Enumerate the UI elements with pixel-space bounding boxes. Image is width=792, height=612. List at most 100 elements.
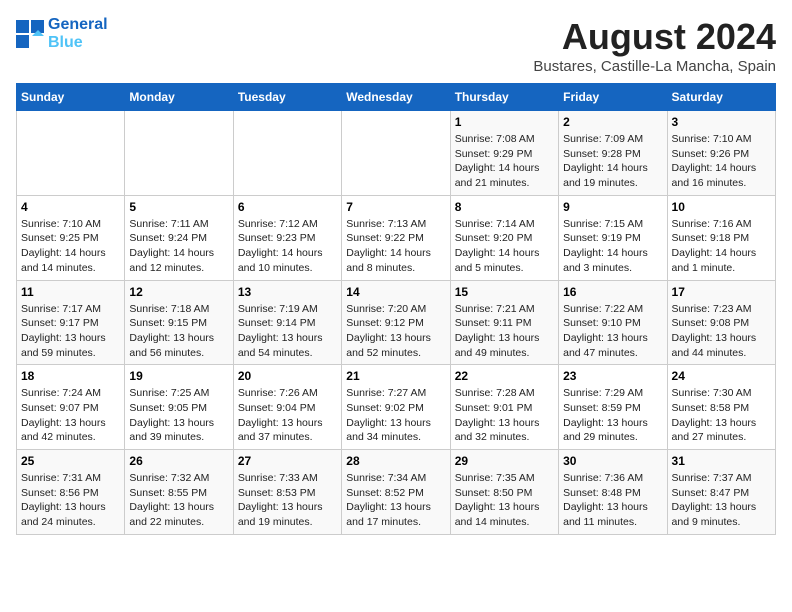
cell-content: Sunrise: 7:29 AM Sunset: 8:59 PM Dayligh… (563, 386, 662, 445)
cell-content: Sunrise: 7:22 AM Sunset: 9:10 PM Dayligh… (563, 302, 662, 361)
day-number: 14 (346, 285, 445, 299)
day-number: 27 (238, 454, 337, 468)
day-number: 16 (563, 285, 662, 299)
weekday-header-tuesday: Tuesday (233, 84, 341, 111)
calendar-cell: 15 Sunrise: 7:21 AM Sunset: 9:11 PM Dayli… (450, 280, 558, 365)
day-number: 9 (563, 200, 662, 214)
day-number: 28 (346, 454, 445, 468)
cell-content: Sunrise: 7:34 AM Sunset: 8:52 PM Dayligh… (346, 471, 445, 530)
calendar-week-row: 25 Sunrise: 7:31 AM Sunset: 8:56 PM Dayli… (17, 450, 776, 535)
calendar-cell: 9Sunrise: 7:15 AM Sunset: 9:19 PM Daylig… (559, 195, 667, 280)
day-number: 3 (672, 115, 771, 129)
calendar-cell: 7Sunrise: 7:13 AM Sunset: 9:22 PM Daylig… (342, 195, 450, 280)
day-number: 31 (672, 454, 771, 468)
cell-content: Sunrise: 7:23 AM Sunset: 9:08 PM Dayligh… (672, 302, 771, 361)
weekday-header-thursday: Thursday (450, 84, 558, 111)
calendar-cell: 6Sunrise: 7:12 AM Sunset: 9:23 PM Daylig… (233, 195, 341, 280)
logo-blue: Blue (48, 34, 108, 52)
calendar-cell: 2 Sunrise: 7:09 AM Sunset: 9:28 PM Daylig… (559, 111, 667, 196)
calendar-cell: 16 Sunrise: 7:22 AM Sunset: 9:10 PM Dayli… (559, 280, 667, 365)
cell-content: Sunrise: 7:19 AM Sunset: 9:14 PM Dayligh… (238, 302, 337, 361)
calendar-cell: 1 Sunrise: 7:08 AM Sunset: 9:29 PM Daylig… (450, 111, 558, 196)
day-number: 1 (455, 115, 554, 129)
calendar-cell: 27 Sunrise: 7:33 AM Sunset: 8:53 PM Dayli… (233, 450, 341, 535)
calendar-week-row: 18 Sunrise: 7:24 AM Sunset: 9:07 PM Dayli… (17, 365, 776, 450)
day-number: 15 (455, 285, 554, 299)
cell-content: Sunrise: 7:31 AM Sunset: 8:56 PM Dayligh… (21, 471, 120, 530)
calendar-week-row: 1 Sunrise: 7:08 AM Sunset: 9:29 PM Daylig… (17, 111, 776, 196)
calendar-cell: 12Sunrise: 7:18 AM Sunset: 9:15 PM Dayli… (125, 280, 233, 365)
calendar-cell: 3 Sunrise: 7:10 AM Sunset: 9:26 PM Daylig… (667, 111, 775, 196)
calendar-cell: 19Sunrise: 7:25 AM Sunset: 9:05 PM Dayli… (125, 365, 233, 450)
logo-general: General (48, 16, 108, 33)
calendar-cell (233, 111, 341, 196)
calendar-cell: 24 Sunrise: 7:30 AM Sunset: 8:58 PM Dayli… (667, 365, 775, 450)
day-number: 11 (21, 285, 120, 299)
month-year-title: August 2024 (533, 16, 776, 58)
day-number: 18 (21, 369, 120, 383)
weekday-header-saturday: Saturday (667, 84, 775, 111)
cell-content: Sunrise: 7:09 AM Sunset: 9:28 PM Dayligh… (563, 132, 662, 191)
calendar-cell: 13 Sunrise: 7:19 AM Sunset: 9:14 PM Dayli… (233, 280, 341, 365)
calendar-cell: 29 Sunrise: 7:35 AM Sunset: 8:50 PM Dayli… (450, 450, 558, 535)
cell-content: Sunrise: 7:20 AM Sunset: 9:12 PM Dayligh… (346, 302, 445, 361)
calendar-cell: 4Sunrise: 7:10 AM Sunset: 9:25 PM Daylig… (17, 195, 125, 280)
weekday-header-friday: Friday (559, 84, 667, 111)
day-number: 22 (455, 369, 554, 383)
cell-content: Sunrise: 7:16 AM Sunset: 9:18 PM Dayligh… (672, 217, 771, 276)
cell-content: Sunrise: 7:36 AM Sunset: 8:48 PM Dayligh… (563, 471, 662, 530)
day-number: 5 (129, 200, 228, 214)
calendar-week-row: 4Sunrise: 7:10 AM Sunset: 9:25 PM Daylig… (17, 195, 776, 280)
calendar-cell: 21 Sunrise: 7:27 AM Sunset: 9:02 PM Dayli… (342, 365, 450, 450)
calendar-cell: 8 Sunrise: 7:14 AM Sunset: 9:20 PM Daylig… (450, 195, 558, 280)
calendar-cell (17, 111, 125, 196)
day-number: 21 (346, 369, 445, 383)
day-number: 8 (455, 200, 554, 214)
calendar-cell: 22 Sunrise: 7:28 AM Sunset: 9:01 PM Dayli… (450, 365, 558, 450)
calendar-cell: 18 Sunrise: 7:24 AM Sunset: 9:07 PM Dayli… (17, 365, 125, 450)
day-number: 30 (563, 454, 662, 468)
cell-content: Sunrise: 7:32 AM Sunset: 8:55 PM Dayligh… (129, 471, 228, 530)
day-number: 4 (21, 200, 120, 214)
calendar-cell: 30 Sunrise: 7:36 AM Sunset: 8:48 PM Dayli… (559, 450, 667, 535)
day-number: 25 (21, 454, 120, 468)
calendar-week-row: 11Sunrise: 7:17 AM Sunset: 9:17 PM Dayli… (17, 280, 776, 365)
cell-content: Sunrise: 7:21 AM Sunset: 9:11 PM Dayligh… (455, 302, 554, 361)
cell-content: Sunrise: 7:18 AM Sunset: 9:15 PM Dayligh… (129, 302, 228, 361)
logo-icon (16, 20, 44, 48)
calendar-cell: 25 Sunrise: 7:31 AM Sunset: 8:56 PM Dayli… (17, 450, 125, 535)
calendar-cell: 10Sunrise: 7:16 AM Sunset: 9:18 PM Dayli… (667, 195, 775, 280)
cell-content: Sunrise: 7:08 AM Sunset: 9:29 PM Dayligh… (455, 132, 554, 191)
cell-content: Sunrise: 7:28 AM Sunset: 9:01 PM Dayligh… (455, 386, 554, 445)
cell-content: Sunrise: 7:30 AM Sunset: 8:58 PM Dayligh… (672, 386, 771, 445)
calendar-cell (342, 111, 450, 196)
cell-content: Sunrise: 7:37 AM Sunset: 8:47 PM Dayligh… (672, 471, 771, 530)
logo: General Blue (16, 16, 108, 51)
cell-content: Sunrise: 7:24 AM Sunset: 9:07 PM Dayligh… (21, 386, 120, 445)
calendar-cell: 14 Sunrise: 7:20 AM Sunset: 9:12 PM Dayli… (342, 280, 450, 365)
day-number: 26 (129, 454, 228, 468)
day-number: 29 (455, 454, 554, 468)
location-subtitle: Bustares, Castille-La Mancha, Spain (533, 58, 776, 75)
weekday-header-monday: Monday (125, 84, 233, 111)
title-section: August 2024 Bustares, Castille-La Mancha… (533, 16, 776, 75)
day-number: 24 (672, 369, 771, 383)
weekday-header-sunday: Sunday (17, 84, 125, 111)
cell-content: Sunrise: 7:13 AM Sunset: 9:22 PM Dayligh… (346, 217, 445, 276)
weekday-header-row: SundayMondayTuesdayWednesdayThursdayFrid… (17, 84, 776, 111)
calendar-cell: 17Sunrise: 7:23 AM Sunset: 9:08 PM Dayli… (667, 280, 775, 365)
cell-content: Sunrise: 7:33 AM Sunset: 8:53 PM Dayligh… (238, 471, 337, 530)
cell-content: Sunrise: 7:35 AM Sunset: 8:50 PM Dayligh… (455, 471, 554, 530)
cell-content: Sunrise: 7:14 AM Sunset: 9:20 PM Dayligh… (455, 217, 554, 276)
cell-content: Sunrise: 7:26 AM Sunset: 9:04 PM Dayligh… (238, 386, 337, 445)
day-number: 6 (238, 200, 337, 214)
day-number: 23 (563, 369, 662, 383)
calendar-cell: 23 Sunrise: 7:29 AM Sunset: 8:59 PM Dayli… (559, 365, 667, 450)
cell-content: Sunrise: 7:25 AM Sunset: 9:05 PM Dayligh… (129, 386, 228, 445)
calendar-cell: 31 Sunrise: 7:37 AM Sunset: 8:47 PM Dayli… (667, 450, 775, 535)
day-number: 2 (563, 115, 662, 129)
cell-content: Sunrise: 7:27 AM Sunset: 9:02 PM Dayligh… (346, 386, 445, 445)
weekday-header-wednesday: Wednesday (342, 84, 450, 111)
day-number: 13 (238, 285, 337, 299)
cell-content: Sunrise: 7:10 AM Sunset: 9:26 PM Dayligh… (672, 132, 771, 191)
